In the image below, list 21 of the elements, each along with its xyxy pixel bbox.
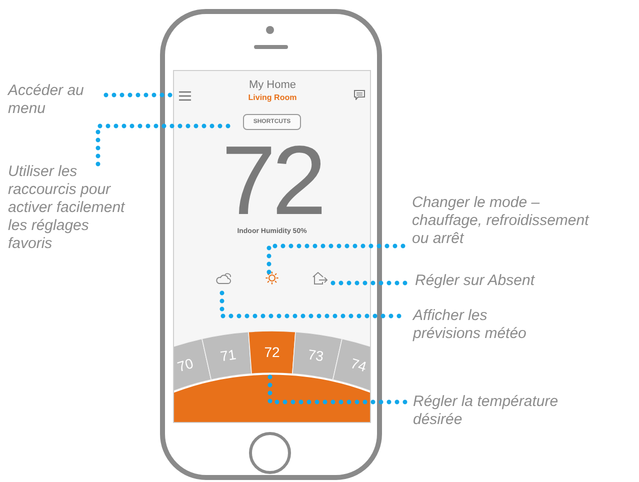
callout-text: Accéder au menu: [8, 82, 85, 118]
home-title: My Home: [248, 79, 296, 92]
dial-segment[interactable]: 71: [202, 331, 252, 380]
callout-text: Régler la température désirée: [413, 393, 560, 429]
sun-icon[interactable]: [264, 270, 280, 284]
dial-segment[interactable]: 74: [332, 338, 370, 392]
chat-icon[interactable]: [354, 90, 365, 100]
house-arrow-icon[interactable]: [312, 270, 328, 284]
callout-text: Changer le mode – chauffage, refroidissement ou arrêt: [412, 194, 590, 248]
callout-text: Régler sur Absent: [415, 272, 536, 290]
callout-text: Afficher les prévisions météo: [413, 307, 528, 343]
menu-icon[interactable]: [179, 91, 191, 101]
room-name: Living Room: [248, 92, 297, 103]
home-button[interactable]: [249, 432, 291, 474]
dial-segment[interactable]: 70: [174, 338, 212, 392]
callout-text: Utiliser les raccourcis pour activer facilement les réglages favoris: [8, 163, 126, 253]
dial-segment[interactable]: 72: [248, 330, 296, 374]
dial-segment[interactable]: 73: [292, 331, 342, 380]
speaker-slot: [254, 45, 288, 49]
weather-icon[interactable]: [216, 270, 232, 284]
temperature-reading: 72: [221, 136, 322, 224]
